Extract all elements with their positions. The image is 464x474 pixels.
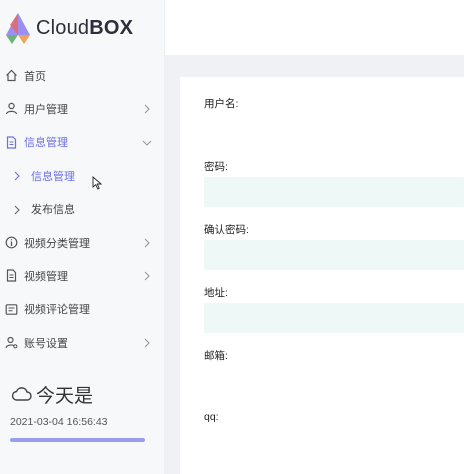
weather-progress-bar xyxy=(10,438,145,442)
sidebar-item-label: 信息管理 xyxy=(24,137,68,150)
chevron-down-icon xyxy=(142,140,152,146)
current-datetime: 2021-03-04 16:56:43 xyxy=(10,416,108,428)
sidebar-item-label: 用户管理 xyxy=(24,104,68,117)
password-label: 密码: xyxy=(204,161,228,173)
main-content: 用户名: 密码: 确认密码: 地址: 邮箱: qq: xyxy=(165,55,464,474)
sidebar-item-label: 视频管理 xyxy=(24,271,68,284)
chevron-right-icon xyxy=(14,171,20,181)
mouse-cursor-icon xyxy=(92,176,102,190)
username-label: 用户名: xyxy=(204,98,239,110)
logo-icon xyxy=(6,13,30,44)
user-settings-icon xyxy=(5,337,18,349)
sidebar-item-account-settings[interactable]: 账号设置 xyxy=(0,326,164,359)
sidebar-subitem-info-management[interactable]: 信息管理 xyxy=(0,159,164,192)
address-label: 地址: xyxy=(204,287,228,299)
document-icon xyxy=(6,136,17,149)
sidebar-item-label: 账号设置 xyxy=(24,337,68,350)
chevron-right-icon xyxy=(144,338,150,348)
logo[interactable]: CloudBOX xyxy=(0,0,164,56)
sidebar-nav: 首页 用户管理 信息管理 信息管理 发布信息 视频分类管理 视频管理 视频评论管… xyxy=(0,59,164,360)
sidebar-item-home[interactable]: 首页 xyxy=(0,59,164,92)
password-field[interactable] xyxy=(204,177,464,207)
comment-icon xyxy=(5,303,18,315)
sidebar-item-video-category-management[interactable]: 视频分类管理 xyxy=(0,226,164,259)
confirm-password-field[interactable] xyxy=(204,240,464,270)
home-icon xyxy=(6,69,17,82)
weather-title: 今天是 xyxy=(36,385,94,407)
sidebar-item-video-management[interactable]: 视频管理 xyxy=(0,259,164,292)
sidebar-item-label: 信息管理 xyxy=(31,170,75,183)
sidebar-item-label: 视频分类管理 xyxy=(24,237,90,250)
confirm-password-label: 确认密码: xyxy=(204,224,249,236)
chevron-right-icon xyxy=(144,105,150,114)
sidebar-item-label: 视频评论管理 xyxy=(24,304,90,317)
sidebar-item-info-management[interactable]: 信息管理 xyxy=(0,126,164,159)
cloud-icon xyxy=(11,387,32,401)
sidebar-item-video-comment-management[interactable]: 视频评论管理 xyxy=(0,293,164,326)
user-icon xyxy=(5,103,18,115)
weather-widget: 今天是 2021-03-04 16:56:43 xyxy=(10,380,155,442)
top-bar xyxy=(165,0,464,55)
qq-label: qq: xyxy=(204,411,219,423)
chevron-right-icon xyxy=(14,205,20,214)
chevron-right-icon xyxy=(144,271,150,281)
address-field[interactable] xyxy=(204,303,464,333)
file-icon xyxy=(6,269,17,282)
sidebar-item-label: 发布信息 xyxy=(31,204,75,217)
user-form: 用户名: 密码: 确认密码: 地址: 邮箱: qq: xyxy=(180,77,464,474)
email-label: 邮箱: xyxy=(204,350,228,362)
sidebar: CloudBOX 首页 用户管理 信息管理 信息管理 发布信息 视频分类管理 视… xyxy=(0,0,165,474)
sidebar-item-label: 首页 xyxy=(24,70,46,83)
chevron-right-icon xyxy=(144,238,150,248)
sidebar-item-user-management[interactable]: 用户管理 xyxy=(0,92,164,125)
sidebar-subitem-publish-info[interactable]: 发布信息 xyxy=(0,193,164,226)
brand-name: CloudBOX xyxy=(36,17,134,39)
info-icon xyxy=(5,236,18,249)
